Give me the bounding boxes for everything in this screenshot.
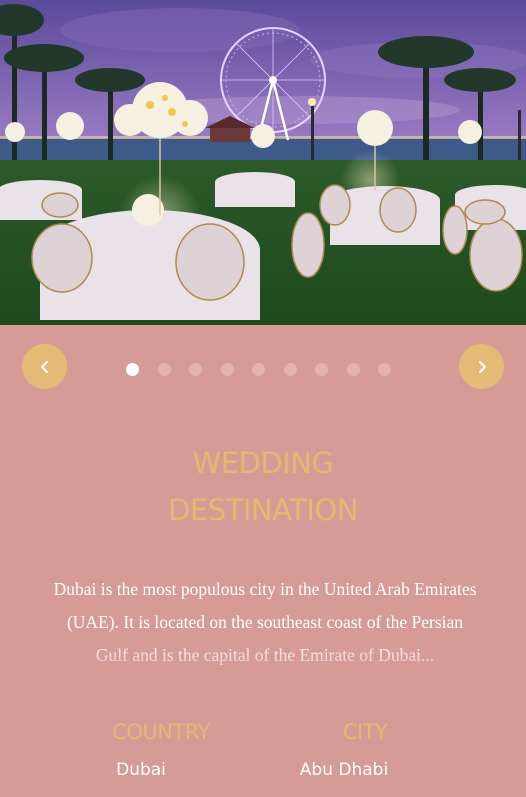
slide-dot-5[interactable] [252,362,265,376]
destination-description: Dubai is the most populous city in the U… [53,579,477,665]
hero-slide-image [0,0,526,325]
slide-indicators [126,362,391,376]
city-value: Abu Dhabi [299,760,389,780]
country-label: COUNTRY [112,720,210,744]
slide-dot-2[interactable] [157,362,171,376]
title-line-1: WEDDING [192,446,334,480]
slide-dot-1[interactable] [126,362,139,376]
hero-photo [0,0,526,325]
chevron-right-icon [478,360,486,373]
slide-dot-8[interactable] [346,362,360,376]
section-title: WEDDING DESTINATION [0,440,526,534]
previous-slide-button[interactable] [22,344,67,389]
slide-dot-7[interactable] [315,362,328,376]
slide-dot-9[interactable] [378,362,391,376]
chevron-left-icon [40,360,48,373]
slide-dot-3[interactable] [189,362,202,376]
title-line-2: DESTINATION [168,493,358,527]
city-label: CITY [342,720,388,744]
slide-dot-6[interactable] [283,362,297,376]
next-slide-button[interactable] [459,344,504,389]
city-info: CITY Abu Dhabi [265,717,465,783]
slide-dot-4[interactable] [220,362,234,376]
